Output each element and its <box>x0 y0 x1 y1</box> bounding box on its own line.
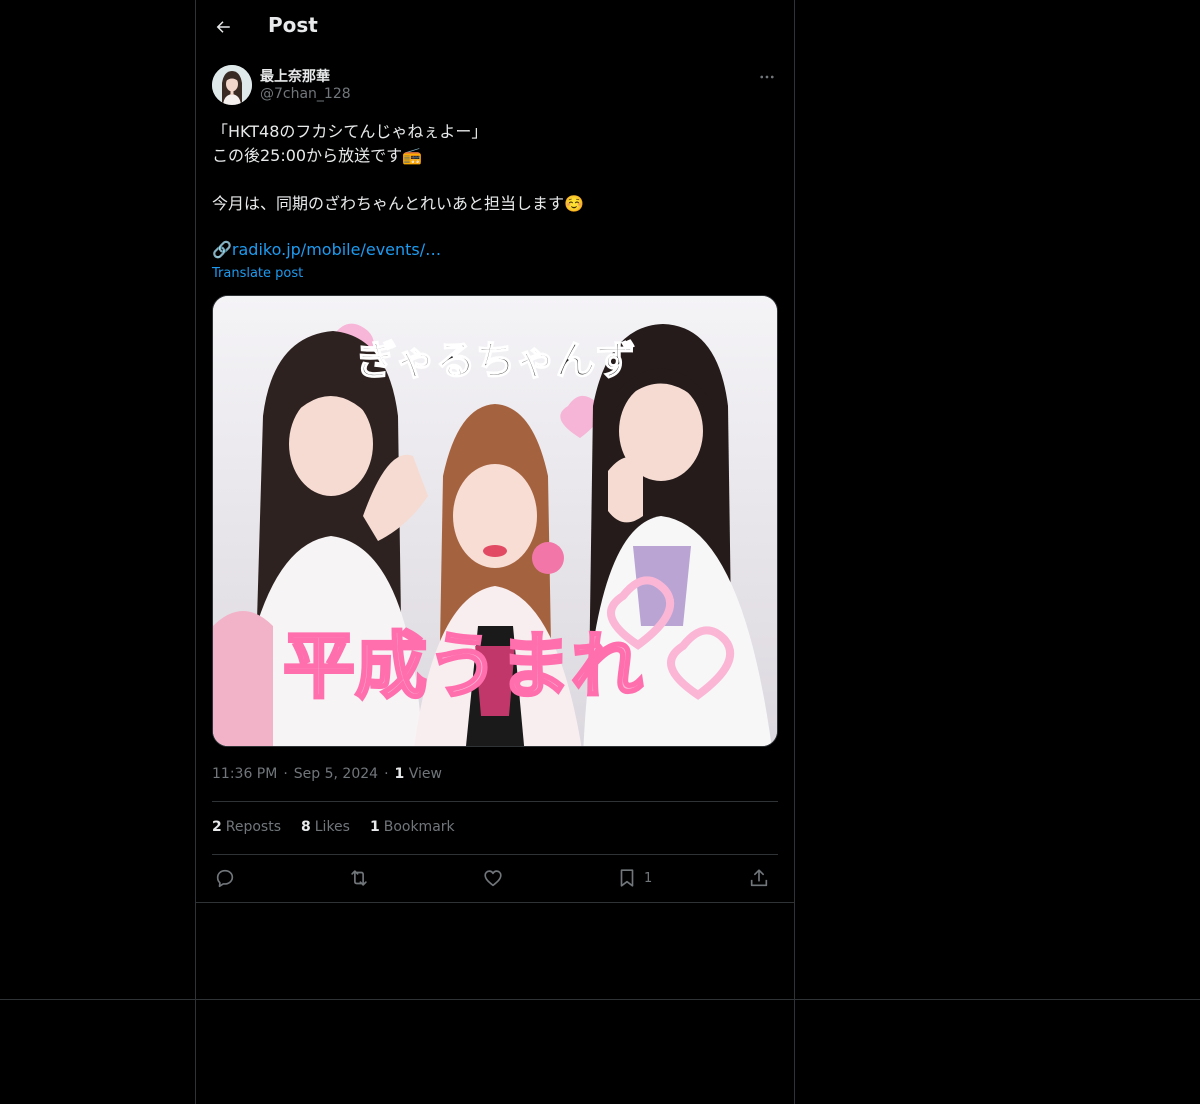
likes-count: 8 <box>301 819 311 835</box>
likes-label: Likes <box>314 819 350 835</box>
post-stats: 2 Reposts 8 Likes 1 Bookmark <box>212 819 455 835</box>
main-column: Post 最上奈那華 @7chan_128 「HKT48のフカシてんじゃねぇよー… <box>195 0 795 1104</box>
media-caption-text: 平成うまれ <box>283 624 643 708</box>
post-link-line: 🔗radiko.jp/mobile/events/… <box>212 238 441 262</box>
back-arrow-icon <box>216 21 230 33</box>
bookmark-button[interactable]: 1 <box>616 866 652 890</box>
more-button[interactable] <box>756 66 778 88</box>
reposts-count: 2 <box>212 819 222 835</box>
bookmark-count: 1 <box>644 870 653 886</box>
header: Post <box>196 0 794 53</box>
post-time[interactable]: 11:36 PM <box>212 766 277 782</box>
likes-stat[interactable]: 8 Likes <box>301 819 350 835</box>
share-button[interactable] <box>748 866 770 890</box>
author-name[interactable]: 最上奈那華 <box>260 66 330 86</box>
more-icon <box>760 75 774 79</box>
translate-post-link[interactable]: Translate post <box>212 266 303 281</box>
post-image[interactable]: ぎゃるちゃんず 平成うまれ <box>212 295 778 747</box>
action-bar: 1 <box>212 866 778 892</box>
like-button[interactable] <box>482 866 504 890</box>
reply-button[interactable] <box>214 866 236 890</box>
post-bottom-border <box>196 902 794 903</box>
divider <box>212 854 778 855</box>
avatar[interactable] <box>212 65 252 105</box>
back-button[interactable] <box>212 16 234 38</box>
divider <box>212 801 778 802</box>
divider <box>0 999 1200 1000</box>
share-icon <box>750 869 768 887</box>
repost-icon <box>351 870 367 886</box>
post-text: 「HKT48のフカシてんじゃねぇよー」 この後25:00から放送です📻 今月は、… <box>212 122 584 213</box>
reposts-label: Reposts <box>225 819 281 835</box>
reposts-stat[interactable]: 2 Reposts <box>212 819 281 835</box>
post-date[interactable]: Sep 5, 2024 <box>294 766 378 782</box>
like-icon <box>484 870 502 887</box>
bookmarks-label: Bookmark <box>383 819 455 835</box>
media-title-text: ぎゃるちゃんず <box>356 338 635 384</box>
page-title: Post <box>268 13 318 37</box>
link-emoji: 🔗 <box>212 240 232 259</box>
bookmarks-stat[interactable]: 1 Bookmark <box>370 819 455 835</box>
views-count: 1 <box>394 766 405 782</box>
repost-button[interactable] <box>348 866 370 890</box>
bookmark-icon <box>620 869 634 887</box>
reply-icon <box>216 869 234 888</box>
author-handle: @7chan_128 <box>260 86 351 102</box>
post-link[interactable]: radiko.jp/mobile/events/… <box>232 240 441 259</box>
views-label: View <box>408 766 442 782</box>
bookmarks-count: 1 <box>369 819 380 835</box>
post-meta: 11:36 PM · Sep 5, 2024 · 1 View <box>212 766 442 782</box>
post-author: 最上奈那華 @7chan_128 <box>212 64 778 108</box>
